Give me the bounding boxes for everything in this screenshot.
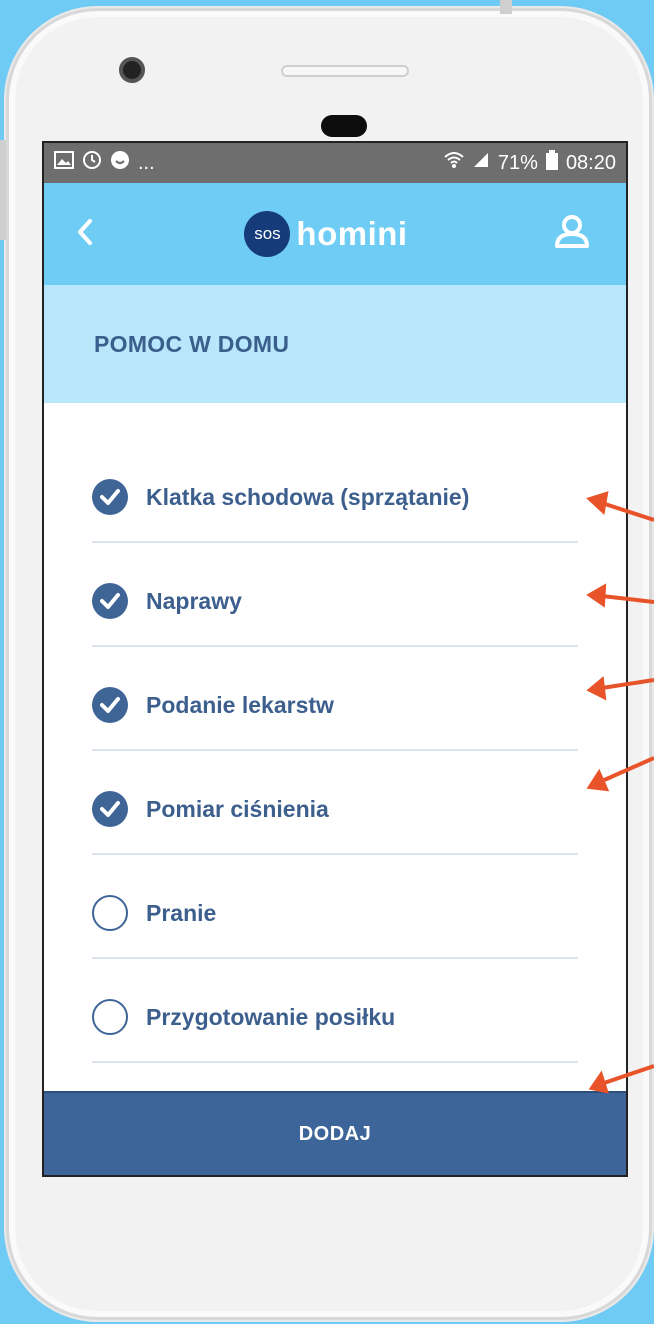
- logo-text: homini: [296, 215, 408, 252]
- profile-icon[interactable]: [554, 214, 590, 255]
- service-label: Pranie: [146, 899, 217, 926]
- checked-icon[interactable]: [92, 583, 128, 619]
- image-icon: [54, 151, 74, 175]
- logo-badge: sos: [244, 211, 291, 257]
- back-button[interactable]: [74, 217, 98, 252]
- service-item[interactable]: Pranie: [92, 855, 578, 959]
- service-item[interactable]: Klatka schodowa (sprzątanie): [92, 439, 578, 543]
- service-item[interactable]: Naprawy: [92, 543, 578, 647]
- app-bar: sos homini: [44, 183, 626, 285]
- service-label: Pomiar ciśnienia: [146, 795, 329, 822]
- section-title: POMOC W DOMU: [44, 285, 626, 403]
- service-item[interactable]: Podanie lekarstw: [92, 647, 578, 751]
- unchecked-icon[interactable]: [92, 999, 128, 1035]
- notification-more: ...: [138, 151, 155, 174]
- battery-level: 71%: [497, 151, 538, 174]
- side-button-left: [0, 140, 6, 240]
- checked-icon[interactable]: [92, 479, 128, 515]
- service-list: Klatka schodowa (sprzątanie) Naprawy Podan…: [44, 403, 626, 1063]
- battery-icon: [545, 150, 558, 176]
- service-label: Klatka schodowa (sprzątanie): [146, 483, 470, 510]
- app-logo: sos homini: [244, 211, 407, 257]
- clock: 08:20: [565, 151, 616, 174]
- earpiece-speaker: [281, 65, 409, 77]
- service-item[interactable]: Przygotowanie posiłku: [92, 959, 578, 1063]
- checked-icon[interactable]: [92, 791, 128, 827]
- signal-icon: [472, 151, 490, 175]
- face-icon: [110, 150, 130, 176]
- add-button[interactable]: DODAJ: [44, 1091, 626, 1175]
- front-camera: [119, 57, 145, 83]
- service-item[interactable]: Pomiar ciśnienia: [92, 751, 578, 855]
- status-bar: ... 71% 08:20: [44, 143, 626, 183]
- checked-icon[interactable]: [92, 687, 128, 723]
- service-label: Podanie lekarstw: [146, 691, 334, 718]
- service-label: Przygotowanie posiłku: [146, 1003, 396, 1030]
- unchecked-icon[interactable]: [92, 895, 128, 931]
- top-button: [500, 0, 512, 14]
- timer-icon: [82, 150, 102, 176]
- service-label: Naprawy: [146, 587, 242, 614]
- wifi-icon: [444, 151, 464, 175]
- app-screen: ... 71% 08:20 sos homini POMOC W DOMU Kl…: [42, 141, 628, 1177]
- proximity-sensor: [321, 115, 367, 137]
